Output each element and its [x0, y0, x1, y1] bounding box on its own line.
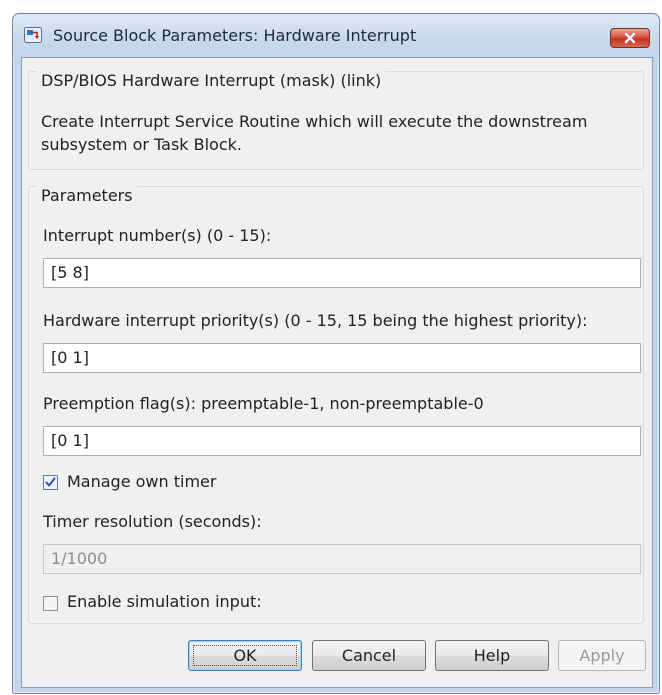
manage-timer-checkbox[interactable] [43, 475, 58, 490]
timer-resolution-label: Timer resolution (seconds): [43, 512, 262, 531]
hw-priority-input[interactable]: [0 1] [43, 343, 641, 373]
preemption-label: Preemption flag(s): preemptable-1, non-p… [43, 394, 484, 413]
apply-button: Apply [558, 640, 646, 671]
mask-description-group: DSP/BIOS Hardware Interrupt (mask) (link… [28, 71, 644, 170]
dialog-window: Source Block Parameters: Hardware Interr… [12, 13, 660, 694]
preemption-input[interactable]: [0 1] [43, 426, 641, 456]
dialog-client-area: DSP/BIOS Hardware Interrupt (mask) (link… [21, 57, 653, 688]
mask-header: DSP/BIOS Hardware Interrupt (mask) (link… [37, 71, 386, 90]
help-button-label: Help [473, 646, 511, 665]
cancel-button-label: Cancel [341, 646, 397, 665]
parameters-group-title: Parameters [37, 186, 137, 205]
interrupt-numbers-input[interactable]: [5 8] [43, 258, 641, 288]
hw-priority-label: Hardware interrupt priority(s) (0 - 15, … [43, 311, 588, 330]
checkmark-icon [45, 477, 56, 487]
title-bar[interactable]: Source Block Parameters: Hardware Interr… [13, 14, 659, 57]
close-icon [624, 32, 636, 44]
manage-timer-label[interactable]: Manage own timer [67, 472, 216, 491]
help-button[interactable]: Help [435, 640, 549, 671]
enable-sim-input-checkbox[interactable] [43, 596, 58, 611]
ok-button-label: OK [233, 646, 257, 665]
interrupt-numbers-label: Interrupt number(s) (0 - 15): [43, 226, 272, 245]
window-title: Source Block Parameters: Hardware Interr… [53, 26, 417, 45]
cancel-button[interactable]: Cancel [312, 640, 426, 671]
mask-description: Create Interrupt Service Routine which w… [41, 112, 588, 154]
parameters-group: Parameters Interrupt number(s) (0 - 15):… [28, 186, 644, 624]
ok-button[interactable]: OK [188, 640, 302, 671]
close-button[interactable] [610, 28, 650, 48]
enable-sim-input-label[interactable]: Enable simulation input: [67, 592, 262, 611]
simulink-block-icon [24, 27, 42, 43]
apply-button-label: Apply [579, 646, 625, 665]
timer-resolution-input: 1/1000 [43, 544, 641, 574]
